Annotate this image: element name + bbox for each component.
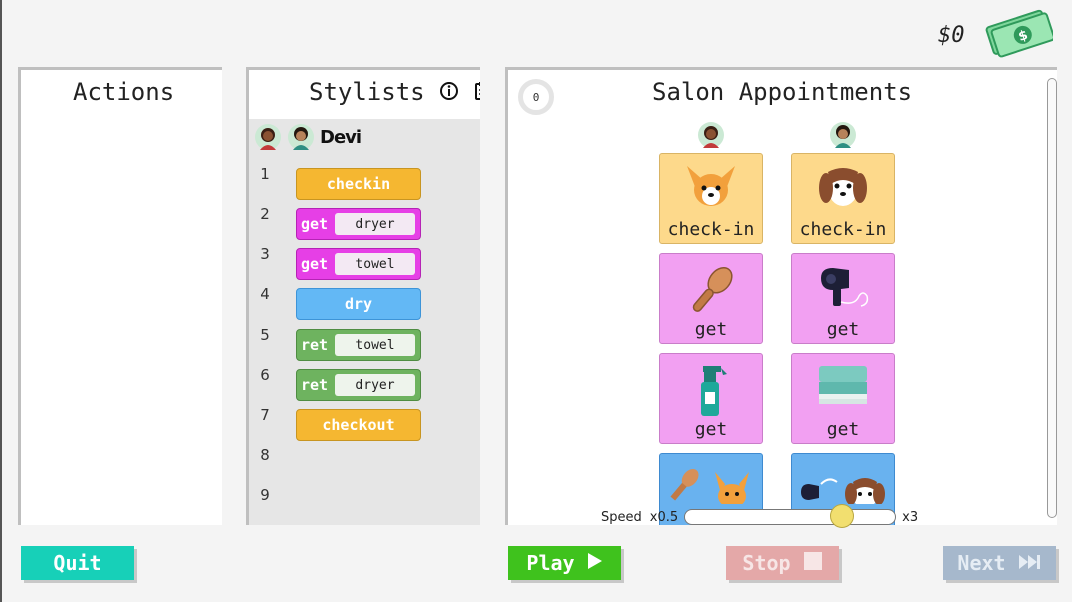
block-label: checkout bbox=[322, 416, 395, 434]
stylists-title-row: Stylists bbox=[309, 78, 480, 107]
ret-dryer-block[interactable]: ret dryer bbox=[296, 369, 421, 401]
block-keyword: ret bbox=[301, 376, 329, 394]
speed-min-label: x0.5 bbox=[649, 509, 679, 525]
block-argument[interactable]: towel bbox=[335, 334, 415, 356]
card-label: check-in bbox=[799, 219, 887, 240]
card-label: get bbox=[694, 419, 728, 440]
speed-label: Speed bbox=[601, 509, 642, 525]
beagle-icon bbox=[815, 162, 871, 216]
card-label: get bbox=[826, 419, 860, 440]
stop-button[interactable]: Stop bbox=[726, 546, 839, 580]
stylist-name: Devi bbox=[320, 126, 362, 148]
chihuahua-icon bbox=[683, 162, 739, 216]
window-edge bbox=[0, 0, 2, 602]
block-keyword: get bbox=[301, 215, 329, 233]
quit-button[interactable]: Quit bbox=[21, 546, 134, 580]
dryer-beagle-icon bbox=[797, 464, 891, 508]
card-label: get bbox=[826, 319, 860, 340]
stylist-tabs: Devi bbox=[249, 119, 480, 155]
info-icon[interactable] bbox=[439, 79, 459, 107]
block-argument[interactable]: towel bbox=[335, 253, 415, 275]
clipboard-icon[interactable] bbox=[474, 79, 480, 107]
spray-bottle-icon bbox=[691, 362, 731, 424]
money-amount: $0 bbox=[938, 22, 965, 48]
appointment-card[interactable]: get bbox=[791, 353, 895, 444]
line-number: 3 bbox=[260, 245, 270, 263]
brush-icon bbox=[683, 262, 739, 324]
stylists-title: Stylists bbox=[309, 78, 425, 106]
appointments-scrollbar[interactable] bbox=[1047, 78, 1057, 518]
ret-towel-block[interactable]: ret towel bbox=[296, 329, 421, 361]
cash-icon: $ bbox=[985, 8, 1055, 62]
stop-icon bbox=[803, 551, 823, 576]
appointment-card[interactable]: get bbox=[659, 353, 763, 444]
block-argument[interactable]: dryer bbox=[335, 374, 415, 396]
block-label: checkin bbox=[326, 175, 391, 193]
speed-slider-knob[interactable] bbox=[830, 504, 855, 528]
get-towel-block[interactable]: get towel bbox=[296, 248, 421, 280]
line-number: 4 bbox=[260, 285, 270, 303]
actions-panel[interactable]: Actions bbox=[18, 67, 222, 525]
speed-max-label: x3 bbox=[902, 509, 919, 525]
speed-slider[interactable] bbox=[684, 504, 897, 528]
line-number: 1 bbox=[260, 165, 270, 183]
line-number: 2 bbox=[260, 205, 270, 223]
quit-button-label: Quit bbox=[53, 551, 102, 575]
appointment-card[interactable]: get bbox=[791, 253, 895, 344]
line-gutter: 1 2 3 4 5 6 7 8 9 bbox=[249, 155, 281, 525]
stop-button-label: Stop bbox=[742, 551, 791, 575]
block-argument[interactable]: dryer bbox=[335, 213, 415, 235]
skip-forward-icon bbox=[1018, 551, 1042, 575]
stylist-tab-avatar[interactable] bbox=[255, 124, 281, 150]
play-button-label: Play bbox=[526, 551, 575, 575]
block-keyword: ret bbox=[301, 336, 329, 354]
appointments-title: Salon Appointments bbox=[652, 78, 913, 106]
appointment-card[interactable]: check-in bbox=[659, 153, 763, 244]
appointment-card[interactable]: get bbox=[659, 253, 763, 344]
play-button[interactable]: Play bbox=[508, 546, 621, 580]
dry-block[interactable]: dry bbox=[296, 288, 421, 320]
get-dryer-block[interactable]: get dryer bbox=[296, 208, 421, 240]
next-button[interactable]: Next bbox=[943, 546, 1056, 580]
towel-icon bbox=[815, 362, 871, 414]
card-label: check-in bbox=[667, 219, 755, 240]
block-label: dry bbox=[344, 295, 373, 313]
line-number: 5 bbox=[260, 326, 270, 344]
timer-dial: 0 bbox=[518, 79, 554, 115]
active-stylist-tab[interactable]: Devi bbox=[288, 119, 480, 155]
stylists-panel: Stylists Devi 1 2 3 4 5 6 7 8 9 checkin bbox=[246, 67, 480, 525]
hair-dryer-icon bbox=[815, 262, 871, 322]
next-button-label: Next bbox=[957, 551, 1006, 575]
program-area[interactable]: checkin get dryer get towel dry ret towe… bbox=[281, 155, 480, 525]
customer-avatar bbox=[698, 122, 724, 148]
line-number: 9 bbox=[260, 486, 270, 504]
appointment-card[interactable]: check-in bbox=[791, 153, 895, 244]
card-label: get bbox=[694, 319, 728, 340]
stylist-avatar bbox=[288, 124, 314, 150]
timer-value: 0 bbox=[532, 90, 540, 104]
play-icon bbox=[587, 551, 603, 575]
line-number: 8 bbox=[260, 446, 270, 464]
block-keyword: get bbox=[301, 255, 329, 273]
appointments-panel: 0 Salon Appointments check-in get get ch… bbox=[505, 67, 1057, 525]
speed-control: Speed x0.5 x3 bbox=[601, 504, 918, 530]
actions-title: Actions bbox=[73, 78, 175, 106]
brush-chihuahua-icon bbox=[667, 464, 757, 508]
checkout-block[interactable]: checkout bbox=[296, 409, 421, 441]
checkin-block[interactable]: checkin bbox=[296, 168, 421, 200]
line-number: 7 bbox=[260, 406, 270, 424]
customer-avatar bbox=[830, 122, 856, 148]
line-number: 6 bbox=[260, 366, 270, 384]
money-display: $0 $ bbox=[938, 8, 1055, 62]
